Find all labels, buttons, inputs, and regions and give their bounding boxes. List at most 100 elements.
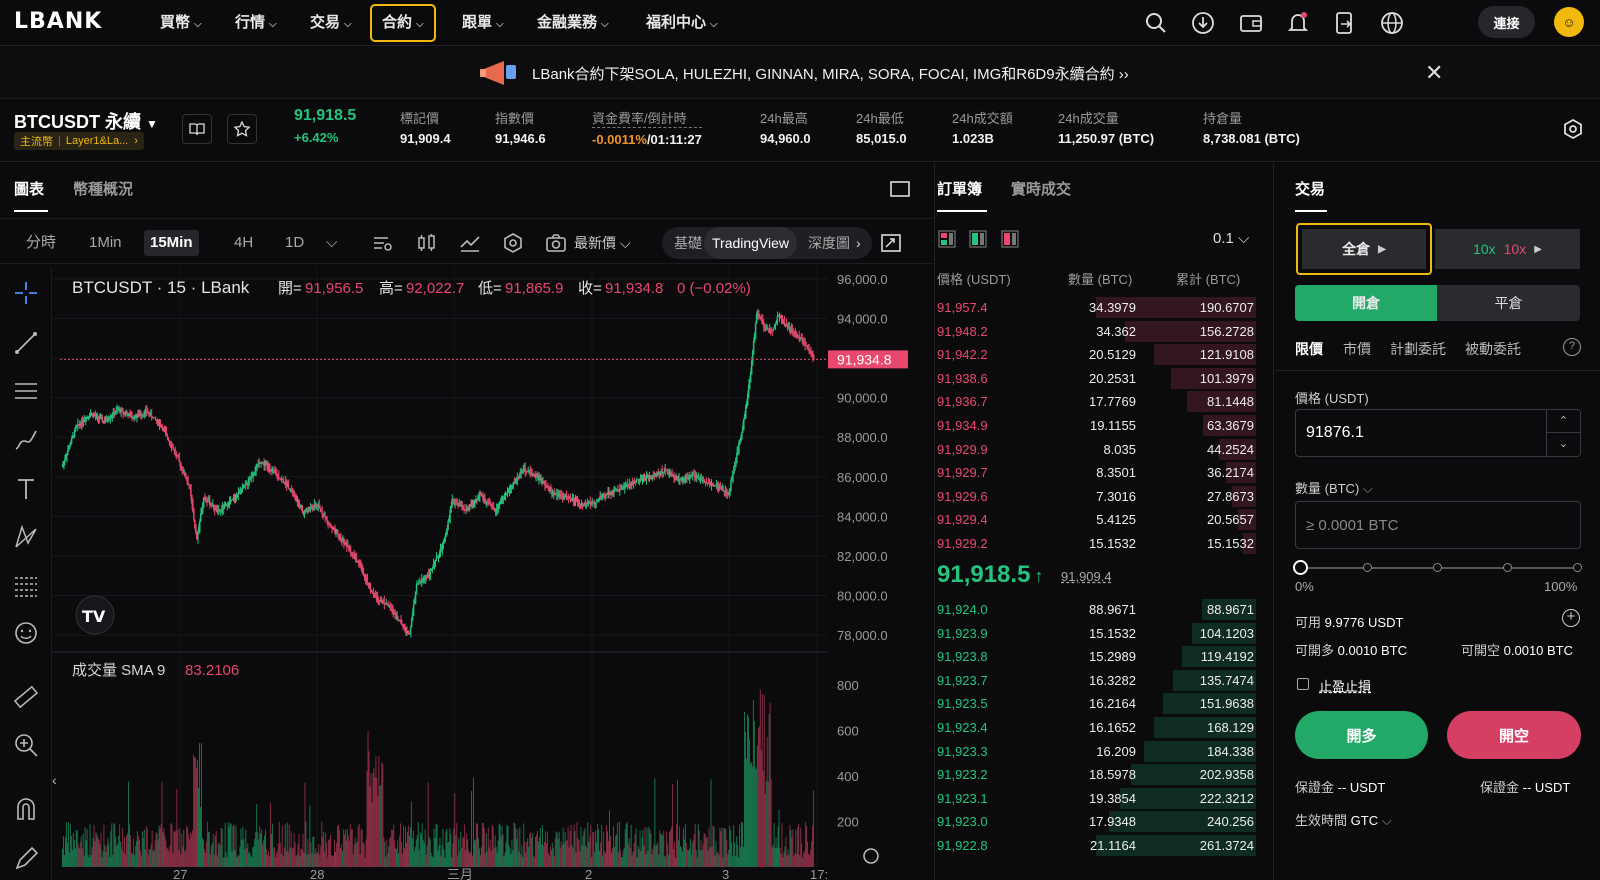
nav-markets[interactable]: 行情 ⌵ [235,11,277,35]
favorite-star-icon[interactable] [227,114,257,144]
bid-row[interactable]: 91,922.8 21.1164 261.3724 [936,834,1256,856]
margin-mode-select[interactable]: 全倉 ▶ [1296,223,1432,275]
time-axis-settings-icon[interactable] [863,848,879,864]
symbol-tags[interactable]: 主流幣 | Layer1&La... › [14,132,144,150]
close-position-tab[interactable]: 平倉 [1437,285,1580,321]
download-icon[interactable] [1190,10,1216,36]
ask-row[interactable]: 91,929.6 7.3016 27.8673 [936,485,1256,507]
trend-line-icon[interactable] [12,329,40,357]
book-both-sides-icon[interactable] [938,230,958,248]
nav-futures[interactable]: 合約 ⌵ [370,4,436,42]
bid-row[interactable]: 91,923.4 16.1652 168.129 [936,716,1256,738]
book-bids-only-icon[interactable] [969,230,989,248]
time-in-force-select[interactable]: 生效時間 GTC ⌵ [1295,810,1392,829]
slider-step[interactable] [1503,563,1512,572]
precision-select[interactable]: 0.1 ⌵ [1213,230,1249,247]
bid-row[interactable]: 91,923.5 16.2164 151.9638 [936,692,1256,715]
increment-icon[interactable]: ⌃ [1547,410,1580,433]
bid-row[interactable]: 91,924.0 88.9671 88.9671 [936,598,1256,620]
add-funds-icon[interactable]: + [1562,609,1580,627]
close-icon[interactable]: ✕ [1425,60,1443,86]
ask-row[interactable]: 91,929.4 5.4125 20.5657 [936,508,1256,531]
bid-row[interactable]: 91,923.7 16.3282 135.7474 [936,669,1256,691]
tpsl-label[interactable]: 止盈止損 [1319,676,1371,695]
ask-row[interactable]: 91,957.4 34.3979 190.6707 [936,296,1256,318]
ask-row[interactable]: 91,942.2 20.5129 121.9108 [936,343,1256,366]
open-short-button[interactable]: 開空 [1447,711,1581,759]
price-input[interactable]: 91876.1 ⌃ ⌄ [1295,409,1581,457]
timeframe-line[interactable]: 分時 [20,230,62,256]
nav-finance[interactable]: 金融業務 ⌵ [537,11,609,35]
nav-rewards[interactable]: 福利中心 ⌵ [646,11,718,35]
avatar[interactable]: ☺ [1554,7,1584,37]
connect-button[interactable]: 連接 [1478,6,1535,38]
decrement-icon[interactable]: ⌄ [1547,433,1580,455]
bid-row[interactable]: 91,923.8 15.2989 119.4192 [936,645,1256,668]
open-long-button[interactable]: 開多 [1295,711,1428,759]
tab-order-book[interactable]: 訂單簿 [937,178,982,199]
tpsl-checkbox[interactable] [1297,678,1309,690]
search-icon[interactable] [1143,10,1169,36]
emoji-icon[interactable] [12,619,40,647]
ask-row[interactable]: 91,948.2 34.362 156.2728 [936,320,1256,342]
fullscreen-window-icon[interactable] [890,181,910,200]
collapse-sidebar-chevron-icon[interactable]: ‹ [52,772,57,788]
expand-icon[interactable] [880,233,902,253]
tradingview-logo[interactable]: TV [75,595,115,635]
candle-type-icon[interactable] [416,233,438,253]
tab-recent-trades[interactable]: 實時成交 [1011,178,1071,199]
view-basic[interactable]: 基礎 [674,227,702,259]
ask-row[interactable]: 91,929.2 15.1532 15.1532 [936,532,1256,554]
ask-row[interactable]: 91,929.9 8.035 44.2524 [936,438,1256,460]
tab-chart[interactable]: 圖表 [14,178,44,199]
order-type-passive[interactable]: 被動委託 [1465,339,1521,359]
slider-step[interactable] [1573,563,1582,572]
symbol-selector[interactable]: BTCUSDT 永續 ▼ [14,108,158,134]
price-chart[interactable]: 96,000.094,000.092,000.090,000.088,000.0… [52,267,934,880]
order-type-limit[interactable]: 限價 [1295,339,1323,359]
indicators-icon[interactable] [372,233,394,253]
pencil-lock-icon[interactable] [12,845,40,873]
wallet-icon[interactable] [1238,10,1264,36]
settings-gear-icon[interactable] [1562,118,1584,143]
mark-price[interactable]: 91,909.4 [1061,569,1112,584]
compare-chart-icon[interactable] [459,233,481,253]
ruler-icon[interactable] [12,683,40,711]
lbank-logo[interactable]: LBANK [14,9,102,34]
order-type-market[interactable]: 市價 [1343,339,1371,359]
ask-row[interactable]: 91,936.7 17.7769 81.1448 [936,390,1256,413]
zoom-in-icon[interactable] [12,731,40,759]
pattern-tool-icon[interactable] [12,523,40,551]
timeframe-1d[interactable]: 1D [279,230,310,256]
nav-buy-crypto[interactable]: 買幣 ⌵ [160,11,202,35]
order-type-plan[interactable]: 計劃委託 [1390,339,1446,359]
bid-row[interactable]: 91,923.2 18.5978 202.9358 [936,763,1256,786]
fib-tool-icon[interactable] [12,572,40,600]
globe-language-icon[interactable] [1379,10,1405,36]
quantity-unit-select[interactable]: 數量 (BTC) ⌵ [1295,478,1373,497]
bid-row[interactable]: 91,923.9 15.1532 104.1203 [936,622,1256,644]
announcement-text[interactable]: LBank合約下架SOLA, HULEZHI, GINNAN, MIRA, SO… [532,63,1129,84]
orders-export-icon[interactable] [1332,10,1358,36]
crosshair-icon[interactable] [12,279,40,307]
quantity-slider-handle[interactable] [1293,560,1308,575]
timeframe-1min[interactable]: 1Min [83,230,128,256]
ask-row[interactable]: 91,934.9 19.1155 63.3679 [936,414,1256,436]
open-position-tab[interactable]: 開倉 [1295,285,1437,321]
nav-trade[interactable]: 交易 ⌵ [310,11,352,35]
chevron-right-icon[interactable]: › [856,227,861,259]
help-icon[interactable]: ? [1563,338,1581,356]
tab-coin-overview[interactable]: 幣種概況 [73,178,133,199]
text-tool-icon[interactable] [12,475,40,503]
timeframe-4h[interactable]: 4H [228,230,259,256]
slider-step[interactable] [1433,563,1442,572]
timeframe-15min[interactable]: 15Min [144,230,199,256]
view-tradingview[interactable]: TradingView [704,227,798,259]
camera-screenshot-icon[interactable] [545,233,567,253]
timeframe-more-chevron-icon[interactable]: ⌵ [320,230,343,256]
chart-settings-icon[interactable] [502,233,524,253]
notification-bell-icon[interactable] [1285,10,1311,36]
quantity-input[interactable]: ≥ 0.0001 BTC [1295,501,1581,549]
slider-step[interactable] [1363,563,1372,572]
ask-row[interactable]: 91,938.6 20.2531 101.3979 [936,367,1256,389]
